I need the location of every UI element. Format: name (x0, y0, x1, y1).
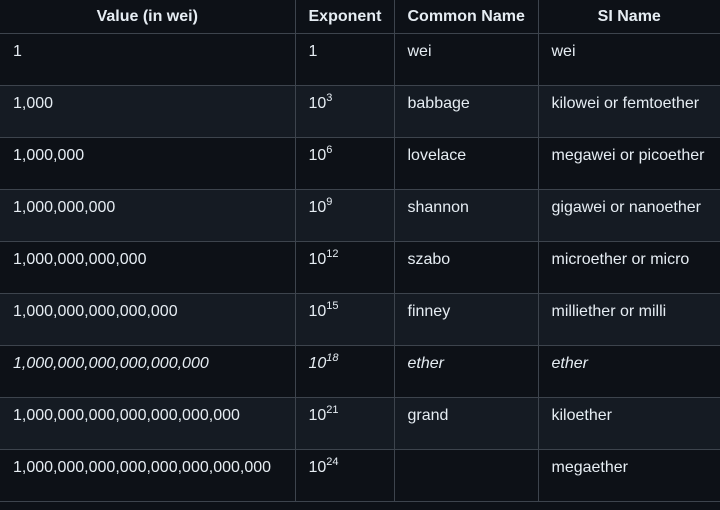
cell-si-name: megawei or picoether (537, 137, 720, 190)
exponent-power: 12 (326, 247, 339, 260)
exponent-base: 10 (308, 407, 327, 424)
exponent-base: 10 (308, 199, 327, 216)
cell-value: 1,000 (0, 85, 296, 138)
cell-si-name: kiloether (537, 397, 720, 450)
cell-common-name: szabo (393, 241, 539, 294)
cell-exponent: 1021 (294, 397, 395, 450)
cell-si-name: gigawei or nanoether (537, 189, 720, 242)
cell-si-name: wei (537, 33, 720, 86)
exponent-base: 10 (308, 147, 327, 164)
exponent-power: 3 (326, 91, 333, 104)
header-si-name: SI Name (537, 0, 720, 34)
cell-si-name: ether (537, 345, 720, 398)
cell-common-name: finney (393, 293, 539, 346)
cell-exponent: 1024 (294, 449, 395, 502)
exponent-power: 9 (326, 195, 333, 208)
table-row: 1,000,000,000,000,000,000,000 1021 grand… (0, 397, 720, 450)
cell-value: 1,000,000,000,000,000,000,000,000 (0, 449, 296, 502)
table-row: 1,000,000,000,000 1012 szabo microether … (0, 241, 720, 294)
cell-si-name: milliether or milli (537, 293, 720, 346)
cell-exponent: 106 (294, 137, 395, 190)
header-exponent: Exponent (294, 0, 395, 34)
exponent-power: 18 (326, 351, 339, 364)
cell-exponent: 103 (294, 85, 395, 138)
cell-value: 1 (0, 33, 296, 86)
cell-exponent: 109 (294, 189, 395, 242)
table-row: 1,000,000,000,000,000,000 1018 ether eth… (0, 345, 720, 398)
cell-si-name: megaether (537, 449, 720, 502)
table-row: 1,000,000 106 lovelace megawei or picoet… (0, 137, 720, 190)
table-row: 1 1 wei wei (0, 33, 720, 86)
table-row: 1,000,000,000 109 shannon gigawei or nan… (0, 189, 720, 242)
cell-value: 1,000,000,000 (0, 189, 296, 242)
cell-si-name: kilowei or femtoether (537, 85, 720, 138)
cell-exponent: 1012 (294, 241, 395, 294)
exponent-power: 6 (326, 143, 333, 156)
cell-value: 1,000,000,000,000 (0, 241, 296, 294)
table-header: Value (in wei) Exponent Common Name SI N… (0, 0, 720, 34)
table-row: 1,000,000,000,000,000,000,000,000 1024 m… (0, 449, 720, 502)
table-row: 1,000 103 babbage kilowei or femtoether (0, 85, 720, 138)
cell-common-name (393, 449, 539, 502)
exponent-base: 10 (308, 95, 327, 112)
exponent-base: 1 (308, 43, 318, 60)
cell-common-name: shannon (393, 189, 539, 242)
exponent-base: 10 (308, 459, 327, 476)
exponent-power: 24 (326, 455, 339, 468)
cell-value: 1,000,000 (0, 137, 296, 190)
ether-units-table: Value (in wei) Exponent Common Name SI N… (0, 0, 720, 502)
cell-common-name: ether (393, 345, 539, 398)
header-common-name: Common Name (393, 0, 539, 34)
cell-common-name: grand (393, 397, 539, 450)
cell-exponent: 1 (294, 33, 395, 86)
exponent-power: 21 (326, 403, 339, 416)
exponent-power: 15 (326, 299, 339, 312)
table-row: 1,000,000,000,000,000 1015 finney millie… (0, 293, 720, 346)
table-body: 1 1 wei wei 1,000 103 babbage kilowei or… (0, 33, 720, 502)
cell-value: 1,000,000,000,000,000,000 (0, 345, 296, 398)
header-value: Value (in wei) (0, 0, 296, 34)
cell-common-name: lovelace (393, 137, 539, 190)
cell-exponent: 1015 (294, 293, 395, 346)
cell-value: 1,000,000,000,000,000 (0, 293, 296, 346)
cell-si-name: microether or micro (537, 241, 720, 294)
exponent-base: 10 (308, 355, 327, 372)
cell-exponent: 1018 (294, 345, 395, 398)
exponent-base: 10 (308, 303, 327, 320)
header-row: Value (in wei) Exponent Common Name SI N… (0, 0, 720, 34)
exponent-base: 10 (308, 251, 327, 268)
cell-value: 1,000,000,000,000,000,000,000 (0, 397, 296, 450)
cell-common-name: babbage (393, 85, 539, 138)
cell-common-name: wei (393, 33, 539, 86)
